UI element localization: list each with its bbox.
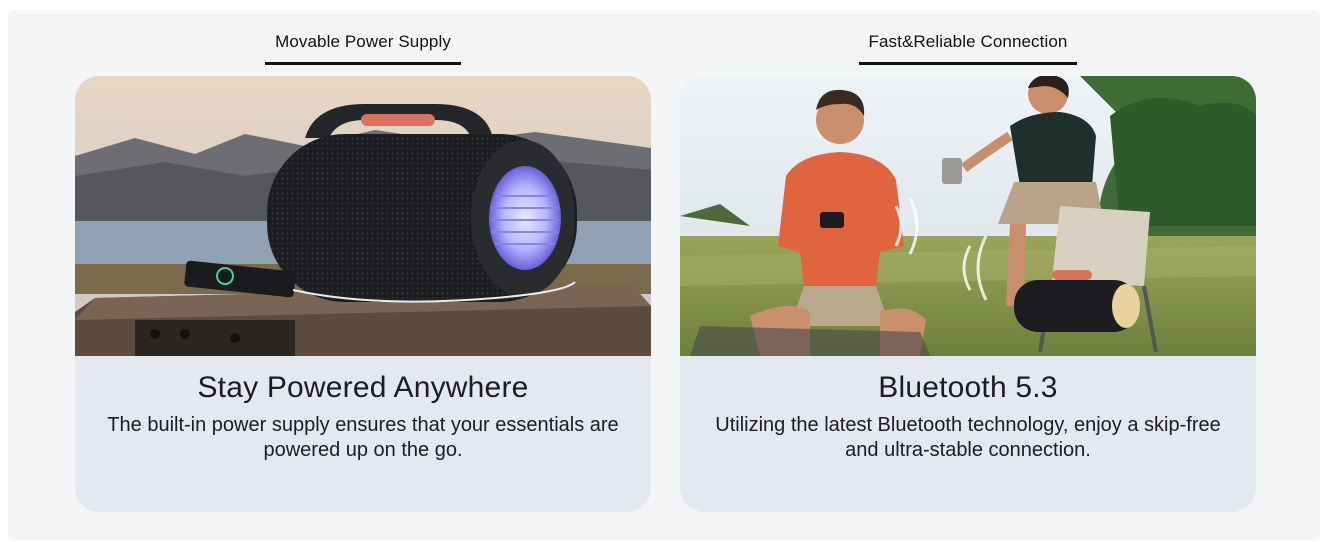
feature-description: Utilizing the latest Bluetooth technolog…	[715, 414, 1221, 461]
people-camping-bluetooth-photo	[680, 76, 1256, 356]
feature-heading: Stay Powered Anywhere	[197, 371, 529, 404]
tab-label: Fast&Reliable Connection	[858, 32, 1078, 65]
tab-fast-reliable-connection[interactable]: Fast&Reliable Connection	[680, 32, 1256, 65]
tab-label: Movable Power Supply	[265, 32, 461, 65]
feature-heading: Bluetooth 5.3	[878, 371, 1058, 404]
feature-card-bluetooth: Bluetooth 5.3 Utilizing the latest Bluet…	[680, 76, 1256, 512]
feature-caption-power: Stay Powered Anywhere The built-in power…	[75, 356, 651, 512]
feature-caption-bluetooth: Bluetooth 5.3 Utilizing the latest Bluet…	[680, 356, 1256, 512]
feature-description: The built-in power supply ensures that y…	[107, 414, 619, 461]
feature-panel: Movable Power Supply Stay Powered Anywhe…	[8, 10, 1320, 540]
tab-movable-power-supply[interactable]: Movable Power Supply	[75, 32, 651, 65]
feature-card-power: Stay Powered Anywhere The built-in power…	[75, 76, 651, 512]
speaker-charging-phone-photo	[75, 76, 651, 356]
